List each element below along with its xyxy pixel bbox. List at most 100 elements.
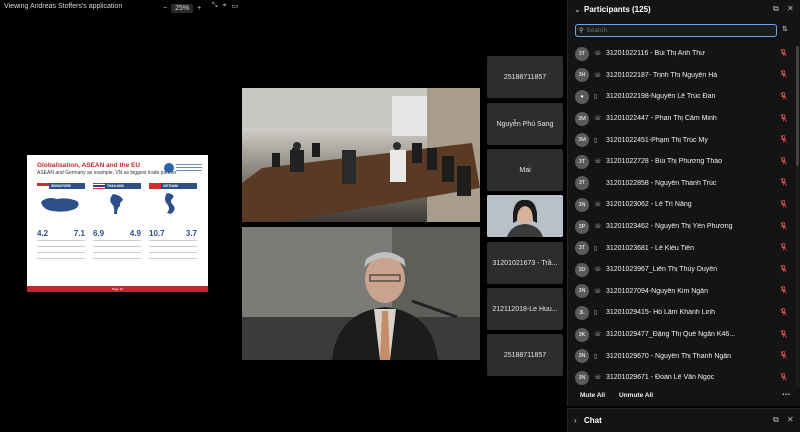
participant-row[interactable]: 3T ☏ 31201022728 - Bùi Thị Phương Thảo — [568, 151, 794, 173]
popout-icon[interactable]: ⧉ — [773, 4, 779, 14]
muted-mic-icon[interactable] — [780, 92, 787, 102]
participant-row[interactable]: 3K ☏ 31201029477_Đặng Thị Quế Ngân K46... — [568, 324, 794, 346]
tile-participant[interactable]: Mai — [487, 149, 563, 191]
muted-mic-icon[interactable] — [780, 70, 787, 80]
participant-name: 31201023967_Liên Thị Thùy Duyên — [606, 266, 718, 274]
stat-left: 6.9 — [93, 229, 105, 238]
zoom-in-button[interactable]: + — [197, 5, 201, 12]
phone-icon: ☏ — [594, 332, 602, 339]
tile-participant-video[interactable] — [487, 195, 563, 237]
participant-name: 31201022187- Trịnh Thị Nguyên Hà — [606, 71, 718, 79]
slide-column-thailand: THAILAND 6.9 4.9 — [93, 183, 141, 264]
muted-mic-icon[interactable] — [780, 308, 787, 318]
participant-row[interactable]: 3N ☏ 31201029671 - Đoàn Lê Văn Ngọc — [568, 367, 794, 389]
chat-title: Chat — [584, 416, 602, 425]
thailand-flag-icon — [93, 183, 105, 189]
tile-participant[interactable]: 212112018-Le Huu... — [487, 288, 563, 330]
avatar: 3N — [575, 197, 589, 212]
muted-mic-icon[interactable] — [780, 178, 787, 188]
scrollbar[interactable] — [796, 46, 799, 386]
video-meeting-room[interactable] — [242, 88, 480, 222]
window-icon[interactable]: ▭ — [232, 2, 239, 10]
muted-mic-icon[interactable] — [780, 221, 787, 232]
muted-mic-icon[interactable] — [780, 200, 787, 210]
participant-row[interactable]: 3D ☏ 31201023967_Liên Thị Thùy Duyên — [568, 259, 794, 281]
chevron-right-icon[interactable]: › — [574, 416, 577, 425]
participants-title: Participants (125) — [584, 5, 651, 14]
close-icon[interactable]: ✕ — [787, 4, 794, 13]
participant-row[interactable]: 3M ☏ 31201022447 - Phan Thị Cẩm Minh — [568, 108, 794, 130]
participant-row[interactable]: ● ▯ 31201022198-Nguyễn Lê Trúc Đan — [568, 86, 794, 108]
avatar: 3N — [575, 370, 589, 385]
more-icon[interactable]: ⋯ — [782, 390, 790, 399]
participant-name: 31201023681 - Lê Kiều Tiên — [606, 244, 694, 252]
participant-name: 31201023462 - Nguyễn Thị Yến Phương — [606, 223, 733, 231]
mobile-icon: ▯ — [594, 353, 598, 360]
participants-footer: Mute All Unmute All ⋯ — [568, 388, 800, 404]
search-input[interactable] — [586, 27, 757, 34]
slide-logo — [164, 161, 202, 174]
phone-icon: ☏ — [594, 202, 602, 209]
participant-name: 31201027094-Nguyễn Kim Ngân — [606, 287, 708, 295]
avatar: 3T — [575, 46, 589, 61]
stat-right: 7.1 — [73, 229, 85, 238]
sort-icon[interactable]: ⇅ — [782, 25, 788, 33]
slide-footer: Page 10 — [27, 286, 208, 292]
tile-participant[interactable]: 25188711857 — [487, 334, 563, 376]
participant-name: 31201022447 - Phan Thị Cẩm Minh — [606, 115, 717, 123]
participant-row[interactable]: 3N ☏ 31201023062 - Lê Trí Năng — [568, 194, 794, 216]
participant-name: 31201023062 - Lê Trí Năng — [606, 201, 692, 209]
participant-row[interactable]: 3M ▯ 31201022451-Phạm Thị Trúc My — [568, 129, 794, 151]
muted-mic-icon[interactable] — [780, 264, 787, 275]
participant-row[interactable]: 3T 31201022858 - Nguyễn Thanh Trúc — [568, 173, 794, 195]
tile-participant[interactable]: Nguyễn Phú Sang — [487, 103, 563, 145]
muted-mic-icon[interactable] — [780, 113, 787, 124]
muted-mic-icon[interactable] — [780, 372, 787, 383]
popout-icon[interactable]: ⧉ — [773, 415, 779, 425]
close-icon[interactable]: ✕ — [787, 415, 794, 424]
mute-all-button[interactable]: Mute All — [580, 392, 605, 399]
participant-video-thumb — [487, 195, 563, 237]
participant-name: 31201029477_Đặng Thị Quế Ngân K46... — [606, 331, 736, 339]
sharing-title: Viewing Andreas Stoffers's application — [4, 3, 123, 10]
pointer-icon[interactable]: ⌖ — [223, 2, 227, 10]
participant-row[interactable]: 3T ☏ 31201022116 - Bùi Thị Anh Thư — [568, 43, 794, 65]
participant-name: 31201022728 - Bùi Thị Phương Thảo — [606, 158, 723, 166]
muted-mic-icon[interactable] — [780, 286, 787, 296]
participant-row[interactable]: 3L ▯ 31201029415- Hồ Lâm Khánh Linh — [568, 302, 794, 324]
phone-icon: ☏ — [594, 375, 602, 382]
participant-name: 31201029671 - Đoàn Lê Văn Ngọc — [606, 374, 715, 382]
avatar: 3N — [575, 284, 589, 299]
unmute-all-button[interactable]: Unmute All — [619, 392, 653, 399]
fit-icon[interactable]: ⤡ — [212, 2, 218, 10]
participant-search[interactable]: ⚲ — [575, 24, 777, 37]
muted-mic-icon[interactable] — [780, 135, 787, 145]
participant-row[interactable]: 3T ▯ 31201023681 - Lê Kiều Tiên — [568, 237, 794, 259]
chat-header[interactable]: › Chat ⧉ ✕ — [567, 408, 800, 432]
tile-participant[interactable]: 31201021673 - Trầ... — [487, 242, 563, 284]
avatar: 3T — [575, 176, 589, 191]
muted-mic-icon[interactable] — [780, 329, 787, 340]
mobile-icon: ▯ — [594, 137, 598, 144]
participants-header[interactable]: ⌄ Participants (125) ⧉ ✕ — [568, 0, 800, 20]
slide-column-vietnam: VIETNAM 10.7 3.7 — [149, 183, 197, 264]
stat-right: 4.9 — [129, 229, 141, 238]
participant-row[interactable]: 3P ☏ 31201023462 - Nguyễn Thị Yến Phương — [568, 216, 794, 238]
muted-mic-icon[interactable] — [780, 48, 787, 59]
avatar: 3P — [575, 219, 589, 234]
participant-row[interactable]: 3N ☏ 31201027094-Nguyễn Kim Ngân — [568, 281, 794, 303]
chevron-down-icon[interactable]: ⌄ — [574, 5, 581, 14]
participant-name: 31201029415- Hồ Lâm Khánh Linh — [606, 309, 715, 317]
muted-mic-icon[interactable] — [780, 351, 787, 361]
muted-mic-icon[interactable] — [780, 156, 787, 167]
vietnam-map-icon — [165, 193, 175, 214]
phone-icon: ☏ — [594, 159, 602, 166]
participant-row[interactable]: 3H ☏ 31201022187- Trịnh Thị Nguyên Hà — [568, 65, 794, 87]
participant-name: 31201029670 - Nguyễn Thị Thanh Ngân — [606, 352, 732, 360]
video-speaker[interactable] — [242, 227, 480, 360]
zoom-value[interactable]: 25% — [171, 3, 194, 13]
muted-mic-icon[interactable] — [780, 243, 787, 253]
tile-participant[interactable]: 25188711857 — [487, 56, 563, 98]
zoom-out-button[interactable]: − — [163, 5, 167, 12]
participant-row[interactable]: 3N ▯ 31201029670 - Nguyễn Thị Thanh Ngân — [568, 345, 794, 367]
